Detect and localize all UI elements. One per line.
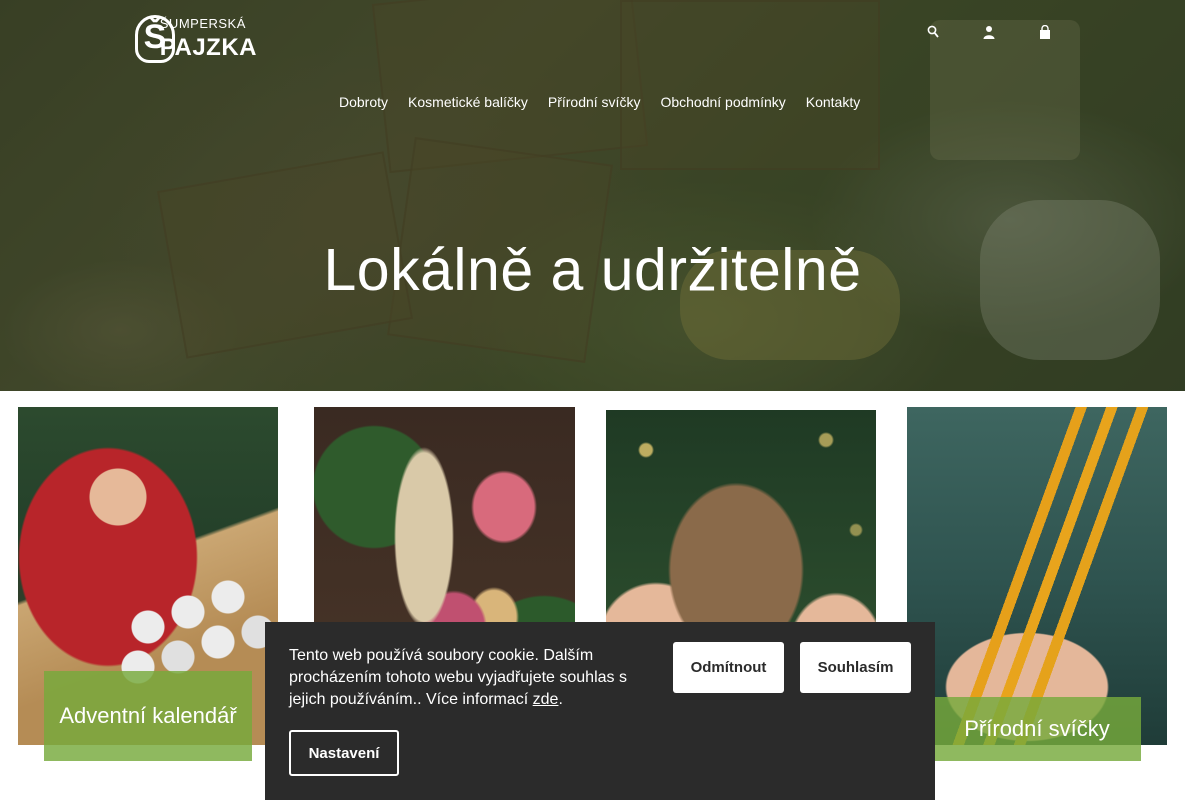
cookie-settings-button[interactable]: Nastavení — [289, 730, 399, 776]
user-icon[interactable] — [979, 22, 999, 42]
hero-banner: Š ŠUMPERSKÁ PAJZKA Dobroty Kosmetické ba… — [0, 0, 1185, 391]
cookie-banner: Tento web používá soubory cookie. Dalším… — [265, 622, 935, 800]
nav-item-prirodni-svicky[interactable]: Přírodní svíčky — [538, 94, 651, 110]
nav-item-obchodni-podminky[interactable]: Obchodní podmínky — [650, 94, 795, 110]
category-card-candles[interactable] — [907, 407, 1167, 745]
site-logo[interactable]: Š ŠUMPERSKÁ PAJZKA — [133, 0, 257, 64]
nav-item-dobroty[interactable]: Dobroty — [329, 94, 398, 110]
page: Š ŠUMPERSKÁ PAJZKA Dobroty Kosmetické ba… — [0, 0, 1200, 800]
candles-image — [907, 407, 1167, 745]
cookie-text: Tento web používá soubory cookie. Dalším… — [289, 647, 627, 708]
cookie-accept-button[interactable]: Souhlasím — [800, 642, 911, 693]
hero-title: Lokálně a udržitelně — [323, 237, 862, 303]
cookie-decline-button[interactable]: Odmítnout — [673, 642, 784, 693]
main-nav: Dobroty Kosmetické balíčky Přírodní svíč… — [329, 94, 870, 110]
search-icon[interactable] — [923, 22, 943, 42]
nav-item-kosmeticke-balicky[interactable]: Kosmetické balíčky — [398, 94, 538, 110]
logo-mark: Š — [133, 1, 175, 63]
cart-icon[interactable] — [1035, 22, 1055, 42]
cookie-more-info-link[interactable]: zde — [533, 691, 559, 708]
card-label-candles[interactable]: Přírodní svíčky — [933, 697, 1141, 761]
nav-item-kontakty[interactable]: Kontakty — [796, 94, 870, 110]
card-label-advent-calendar[interactable]: Adventní kalendář — [44, 671, 252, 761]
